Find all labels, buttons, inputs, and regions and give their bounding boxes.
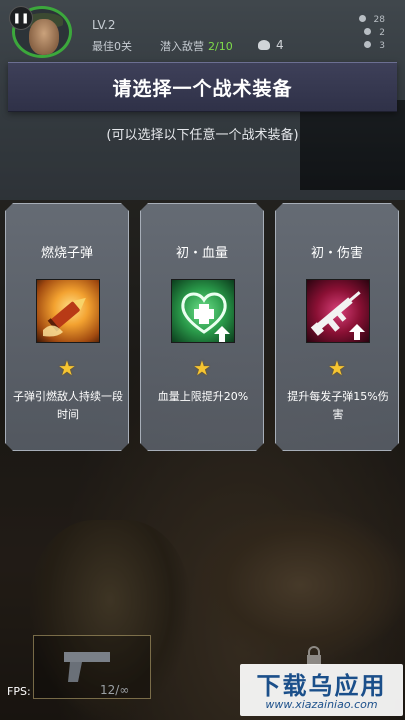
infiltration-label: 潜入敌营 <box>160 40 204 53</box>
card-description: 子弹引燃敌人持续一段时间 <box>13 390 123 421</box>
dialog-title: 请选择一个战术装备 <box>8 62 397 112</box>
pause-button[interactable]: ❚❚ <box>9 6 33 30</box>
stat-value-3: 3 <box>379 41 385 51</box>
card-name: 初・伤害 <box>310 246 363 261</box>
stat-row-2: 2 <box>359 27 385 40</box>
resource-icon <box>358 15 366 22</box>
avatar-face <box>29 19 59 55</box>
infiltration-progress: 潜入敌营 2/10 <box>160 38 233 54</box>
card-name: 燃烧子弹 <box>40 246 93 261</box>
ammo-counter: 12/∞ <box>100 683 130 697</box>
resource-icon <box>364 41 372 48</box>
resource-stats: 28 2 3 <box>358 14 385 53</box>
card-name: 初・血量 <box>175 246 228 261</box>
kill-count: 4 <box>276 38 284 52</box>
best-stage: 最佳0关 <box>92 40 132 53</box>
weapon-slot[interactable] <box>33 635 151 699</box>
stat-value-1: 28 <box>373 15 385 25</box>
watermark-logo: 下载乌应用 www.xiazainiao.com <box>240 664 403 716</box>
infiltration-count: 2/10 <box>208 40 233 53</box>
pistol-icon <box>64 652 110 682</box>
damage-up-icon <box>306 279 370 343</box>
incendiary-bullet-icon <box>36 279 100 343</box>
stat-row-1: 28 <box>358 14 385 27</box>
skull-icon <box>258 40 270 50</box>
card-description: 血量上限提升20% <box>157 390 249 403</box>
health-up-icon <box>171 279 235 343</box>
rarity-star: ★ <box>328 356 346 380</box>
resource-icon <box>364 28 372 35</box>
dialog-subtitle: (可以选择以下任意一个战术装备) <box>106 128 299 143</box>
stat-row-3: 3 <box>359 40 385 53</box>
watermark-url: www.xiazainiao.com <box>265 698 378 711</box>
card-description: 提升每发子弹15%伤害 <box>287 390 389 421</box>
stat-value-2: 2 <box>379 28 385 38</box>
kill-counter: 4 <box>258 38 284 52</box>
rarity-star: ★ <box>193 356 211 380</box>
fps-label: FPS: <box>7 685 31 698</box>
player-level: LV.2 <box>92 18 116 32</box>
pause-icon: ❚❚ <box>12 12 30 24</box>
equipment-card-incendiary[interactable]: 燃烧子弹 ★ 子弹引燃敌人持续一段时间 <box>5 203 129 451</box>
equipment-card-damage[interactable]: 初・伤害 ★ 提升每发子弹15%伤害 <box>275 203 399 451</box>
watermark-title: 下载乌应用 <box>256 672 387 700</box>
equipment-card-health[interactable]: 初・血量 ★ 血量上限提升20% <box>140 203 264 451</box>
rarity-star: ★ <box>58 356 76 380</box>
